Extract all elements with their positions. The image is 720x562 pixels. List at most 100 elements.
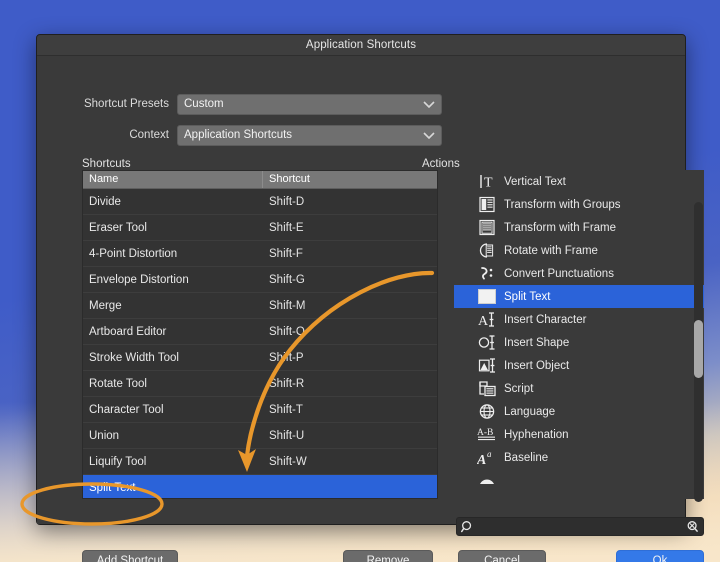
context-value: Application Shortcuts — [184, 129, 292, 141]
action-item[interactable]: Language — [454, 400, 704, 423]
action-item-label: Transform with Groups — [504, 199, 621, 211]
cell-shortcut: Shift-R — [263, 378, 437, 390]
cell-name: Divide — [83, 196, 263, 208]
actions-list: T Vertical Text Transform with Groups Trans… — [454, 170, 704, 499]
action-item[interactable]: Rotate with Frame — [454, 239, 704, 262]
script-icon — [476, 379, 498, 399]
cell-name: 4-Point Distortion — [83, 248, 263, 260]
language-icon — [476, 402, 498, 422]
split-text-icon — [476, 287, 498, 307]
add-shortcut-button[interactable]: Add Shortcut — [82, 550, 178, 562]
shortcut-presets-select[interactable]: Custom — [177, 94, 442, 115]
cell-name: Eraser Tool — [83, 222, 263, 234]
actions-search-bar[interactable] — [456, 517, 704, 536]
cell-shortcut: Shift-T — [263, 404, 437, 416]
shortcuts-panel-label: Shortcuts — [82, 158, 131, 170]
cell-name: Envelope Distortion — [83, 274, 263, 286]
svg-text:A-B: A-B — [477, 428, 493, 438]
action-item[interactable]: Insert Shape — [454, 331, 704, 354]
cell-name: Artboard Editor — [83, 326, 263, 338]
action-item[interactable]: Transform with Frame — [454, 216, 704, 239]
hyphenation-icon: A-B — [476, 425, 498, 445]
action-item-label: Insert Shape — [504, 337, 569, 349]
baseline-icon: Aa — [476, 448, 498, 468]
action-item-label: Script — [504, 383, 533, 395]
action-item-label: Language — [504, 406, 555, 418]
action-item[interactable]: Transform with Groups — [454, 193, 704, 216]
cell-shortcut: Shift-U — [263, 430, 437, 442]
action-item-label: Split Text — [504, 291, 550, 303]
svg-text:A: A — [478, 314, 489, 328]
shortcut-presets-row: Shortcut Presets Custom — [47, 93, 442, 115]
action-item[interactable]: A-BHyphenation — [454, 423, 704, 446]
cell-shortcut: Shift-F — [263, 248, 437, 260]
insert-shape-icon — [476, 333, 498, 353]
cell-name: Merge — [83, 300, 263, 312]
cell-shortcut: Shift-O — [263, 326, 437, 338]
table-row[interactable]: MergeShift-M — [83, 293, 437, 319]
action-item[interactable]: A Insert Character — [454, 308, 704, 331]
action-item-label: Convert Punctuations — [504, 268, 614, 280]
cancel-button[interactable]: Cancel — [458, 550, 546, 562]
svg-text:a: a — [487, 449, 492, 459]
shortcuts-table-header: Name Shortcut — [83, 171, 437, 189]
table-row[interactable]: 4-Point DistortionShift-F — [83, 241, 437, 267]
dialog-title: Application Shortcuts — [306, 39, 416, 51]
actions-scrollbar-thumb[interactable] — [694, 320, 703, 378]
cell-name: Rotate Tool — [83, 378, 263, 390]
convert-punctuation-icon — [476, 264, 498, 284]
dialog-titlebar: Application Shortcuts — [37, 35, 685, 56]
table-row[interactable]: Liquify ToolShift-W — [83, 449, 437, 475]
action-item-partial[interactable] — [454, 469, 704, 492]
insert-object-icon — [476, 356, 498, 376]
table-row[interactable]: DivideShift-D — [83, 189, 437, 215]
shortcuts-table: Name Shortcut DivideShift-DEraser ToolSh… — [82, 170, 438, 499]
action-item-label: Vertical Text — [504, 176, 566, 188]
vertical-text-icon: T — [476, 172, 498, 192]
action-item[interactable]: Split Text — [454, 285, 704, 308]
actions-scrollbar[interactable] — [694, 202, 703, 502]
table-row[interactable]: UnionShift-U — [83, 423, 437, 449]
column-header-shortcut[interactable]: Shortcut — [263, 171, 437, 188]
action-item[interactable]: AaBaseline — [454, 446, 704, 469]
chevron-down-icon — [423, 101, 433, 107]
cell-shortcut: Shift-E — [263, 222, 437, 234]
context-label: Context — [47, 129, 177, 141]
shortcut-presets-value: Custom — [184, 98, 224, 110]
search-icon — [461, 520, 474, 533]
svg-text:T: T — [484, 176, 493, 191]
rotate-frame-icon — [476, 241, 498, 261]
cell-name: Stroke Width Tool — [83, 352, 263, 364]
cell-name: Liquify Tool — [83, 456, 263, 468]
application-shortcuts-dialog: Application Shortcuts Shortcut Presets C… — [36, 34, 686, 525]
action-item-label: Transform with Frame — [504, 222, 616, 234]
table-row[interactable]: Character ToolShift-T — [83, 397, 437, 423]
table-row[interactable]: Rotate ToolShift-R — [83, 371, 437, 397]
transform-frame-icon — [476, 218, 498, 238]
table-row[interactable]: Artboard EditorShift-O — [83, 319, 437, 345]
action-item-label: Insert Object — [504, 360, 569, 372]
ok-button[interactable]: Ok — [616, 550, 704, 562]
table-row[interactable]: Split Text — [83, 475, 437, 499]
transform-groups-icon — [476, 195, 498, 215]
action-item[interactable]: Script — [454, 377, 704, 400]
cell-shortcut: Shift-P — [263, 352, 437, 364]
table-row[interactable]: Envelope DistortionShift-G — [83, 267, 437, 293]
column-header-name[interactable]: Name — [83, 171, 263, 188]
clear-search-icon[interactable] — [686, 520, 699, 533]
insert-character-icon: A — [476, 310, 498, 330]
table-row[interactable]: Eraser ToolShift-E — [83, 215, 437, 241]
context-select[interactable]: Application Shortcuts — [177, 125, 442, 146]
action-item-label: Insert Character — [504, 314, 586, 326]
svg-text:A: A — [477, 453, 486, 466]
cell-shortcut: Shift-D — [263, 196, 437, 208]
chevron-down-icon — [423, 132, 433, 138]
cell-name: Split Text — [83, 482, 263, 494]
action-item[interactable]: T Vertical Text — [454, 170, 704, 193]
action-item[interactable]: Insert Object — [454, 354, 704, 377]
action-item[interactable]: Convert Punctuations — [454, 262, 704, 285]
remove-button[interactable]: Remove — [343, 550, 433, 562]
table-row[interactable]: Stroke Width ToolShift-P — [83, 345, 437, 371]
actions-panel-label: Actions — [422, 158, 460, 170]
shortcuts-table-body: DivideShift-DEraser ToolShift-E4-Point D… — [83, 189, 437, 499]
